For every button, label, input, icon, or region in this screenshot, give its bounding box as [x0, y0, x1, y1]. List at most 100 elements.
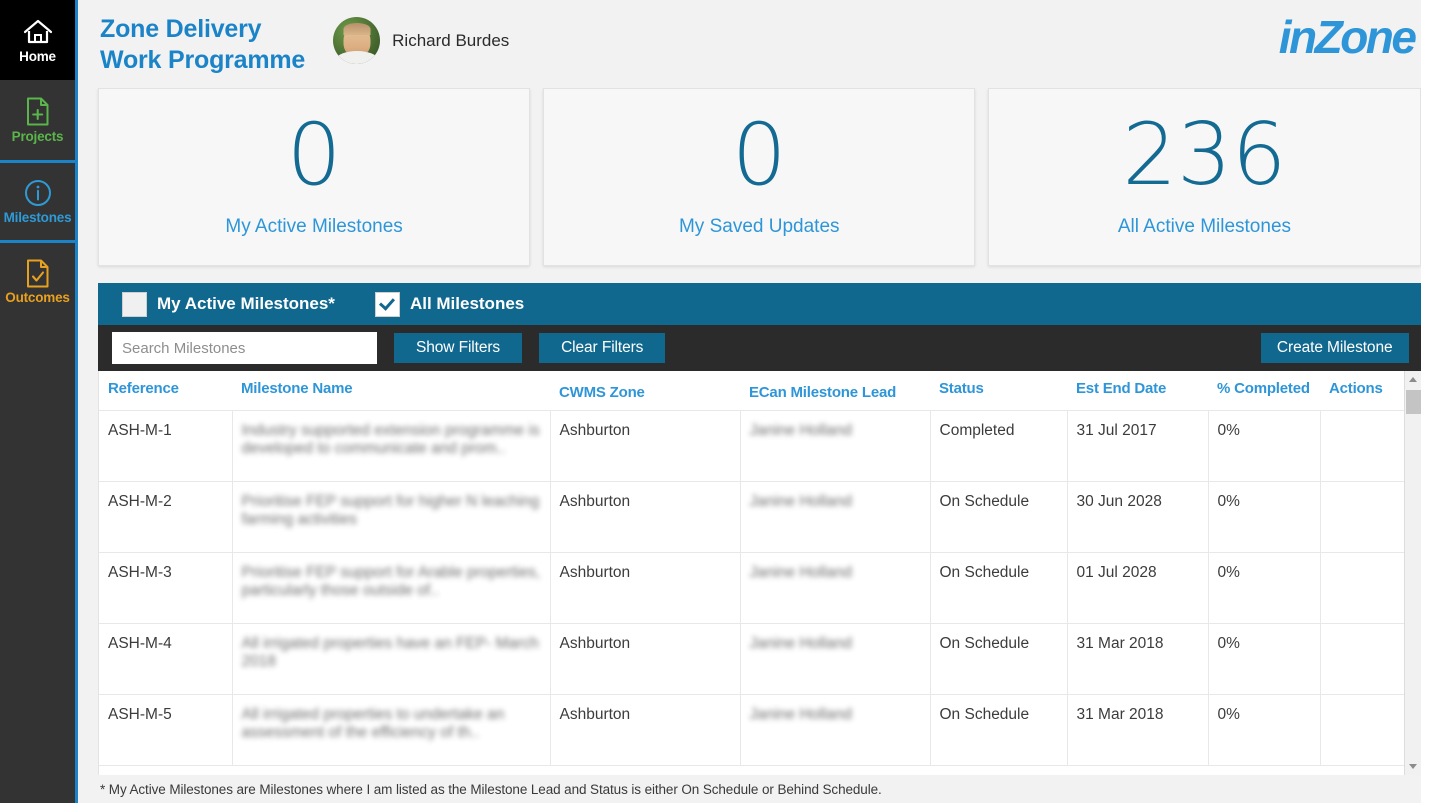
table-header-row: Reference Milestone Name CWMS Zone ECan …: [99, 371, 1420, 411]
milestones-table-container: Reference Milestone Name CWMS Zone ECan …: [98, 371, 1421, 775]
avatar-hair: [343, 23, 371, 36]
table-row[interactable]: ASH-M-1 Industry supported extension pro…: [99, 410, 1421, 482]
stat-cards: 0 My Active Milestones 0 My Saved Update…: [78, 88, 1431, 266]
column-header-cwms-zone[interactable]: CWMS Zone: [550, 371, 740, 411]
check-icon: [379, 293, 396, 311]
page-title-line2: Work Programme: [100, 45, 306, 74]
filter-checkbox-row: My Active Milestones* All Milestones: [98, 283, 1421, 325]
sidebar-item-home[interactable]: Home: [0, 0, 75, 80]
cell-est-end-date: 31 Mar 2018: [1067, 694, 1209, 766]
cell-cwms-zone: Ashburton: [550, 552, 741, 624]
cell-est-end-date: 31 Jul 2017: [1067, 410, 1209, 482]
sidebar-item-label-home: Home: [19, 48, 56, 64]
cell-status: On Schedule: [930, 481, 1068, 553]
user-profile[interactable]: Richard Burdes: [333, 17, 509, 64]
table-body: ASH-M-1 Industry supported extension pro…: [99, 410, 1421, 766]
table-row[interactable]: ASH-M-4 All irrigated properties have an…: [99, 623, 1421, 695]
checkbox-label-my-active-milestones: My Active Milestones*: [157, 294, 335, 313]
cell-pct-completed: 0%: [1208, 552, 1321, 624]
avatar: [333, 17, 381, 64]
logo-text: inZone: [1278, 11, 1417, 63]
stat-value: 0: [731, 105, 787, 206]
sidebar-item-projects[interactable]: Projects: [0, 80, 75, 160]
cell-cwms-zone: Ashburton: [550, 623, 741, 695]
cell-status: On Schedule: [930, 552, 1068, 624]
sidebar-item-label-projects: Projects: [11, 128, 64, 144]
cell-ecan-milestone-lead: Janine Holland: [740, 694, 931, 766]
application-window: Home Projects Milestones Outcomes Zone D…: [0, 0, 1431, 803]
inzone-logo: inZone: [1278, 11, 1417, 63]
cell-milestone-name: Prioritise FEP support for higher N leac…: [232, 481, 551, 553]
cell-reference: ASH-M-5: [99, 694, 233, 766]
column-header-milestone-name[interactable]: Milestone Name: [232, 371, 550, 411]
search-input[interactable]: [112, 332, 377, 364]
cell-cwms-zone: Ashburton: [550, 694, 741, 766]
home-icon: [23, 17, 53, 47]
cell-milestone-name: Prioritise FEP support for Arable proper…: [232, 552, 551, 624]
column-header-est-end-date[interactable]: Est End Date: [1067, 371, 1208, 411]
cell-ecan-milestone-lead: Janine Holland: [740, 481, 931, 553]
cell-cwms-zone: Ashburton: [550, 481, 741, 553]
sidebar-item-outcomes[interactable]: Outcomes: [0, 240, 75, 320]
clear-filters-button[interactable]: Clear Filters: [539, 333, 666, 363]
create-milestone-button[interactable]: Create Milestone: [1260, 333, 1409, 363]
cell-ecan-milestone-lead: Janine Holland: [740, 623, 931, 695]
cell-est-end-date: 30 Jun 2028: [1067, 481, 1209, 553]
cell-pct-completed: 0%: [1208, 694, 1321, 766]
scrollbar-thumb[interactable]: [1405, 390, 1421, 414]
cell-milestone-name: Industry supported extension programme i…: [232, 410, 551, 482]
table-vertical-scrollbar[interactable]: [1403, 371, 1421, 775]
footnote: * My Active Milestones are Milestones wh…: [78, 775, 1431, 803]
stat-value: 236: [1122, 105, 1287, 206]
table-row[interactable]: ASH-M-3 Prioritise FEP support for Arabl…: [99, 552, 1421, 624]
stat-value: 0: [286, 105, 342, 206]
cell-milestone-name: All irrigated properties have an FEP- Ma…: [232, 623, 551, 695]
checkbox-my-active-milestones[interactable]: [122, 291, 147, 317]
show-filters-button[interactable]: Show Filters: [394, 333, 523, 363]
stat-label: All Active Milestones: [1117, 215, 1292, 237]
milestones-table: Reference Milestone Name CWMS Zone ECan …: [99, 371, 1421, 766]
avatar-shirt: [336, 51, 377, 64]
user-name: Richard Burdes: [392, 30, 510, 50]
filter-action-row: Show Filters Clear Filters Create Milest…: [98, 325, 1421, 371]
stat-card-all-active-milestones[interactable]: 236 All Active Milestones: [988, 88, 1421, 266]
filter-bar: My Active Milestones* All Milestones Sho…: [98, 283, 1421, 371]
column-header-pct-completed[interactable]: % Completed: [1208, 371, 1320, 411]
cell-est-end-date: 01 Jul 2028: [1067, 552, 1209, 624]
cell-pct-completed: 0%: [1208, 410, 1321, 482]
cell-cwms-zone: Ashburton: [550, 410, 741, 482]
stat-card-my-active-milestones[interactable]: 0 My Active Milestones: [98, 88, 531, 266]
column-header-reference[interactable]: Reference: [99, 371, 232, 411]
table-row[interactable]: ASH-M-5 All irrigated properties to unde…: [99, 694, 1421, 766]
column-header-ecan-milestone-lead[interactable]: ECan Milestone Lead: [740, 371, 930, 411]
cell-est-end-date: 31 Mar 2018: [1067, 623, 1209, 695]
scroll-up-arrow-icon[interactable]: [1405, 371, 1421, 388]
cell-pct-completed: 0%: [1208, 481, 1321, 553]
right-gutter: [1421, 0, 1431, 803]
cell-reference: ASH-M-1: [99, 410, 233, 482]
checkbox-all-milestones[interactable]: [374, 291, 400, 317]
table-row[interactable]: ASH-M-2 Prioritise FEP support for highe…: [99, 481, 1421, 553]
stat-label: My Saved Updates: [678, 215, 840, 237]
cell-status: On Schedule: [930, 623, 1068, 695]
cell-ecan-milestone-lead: Janine Holland: [740, 552, 931, 624]
cell-pct-completed: 0%: [1208, 623, 1321, 695]
stat-card-my-saved-updates[interactable]: 0 My Saved Updates: [543, 88, 976, 266]
cell-reference: ASH-M-4: [99, 623, 233, 695]
page-title-line1: Zone Delivery: [100, 15, 262, 43]
page-title: Zone Delivery Work Programme: [100, 14, 305, 75]
main-content: Zone Delivery Work Programme Richard Bur…: [78, 0, 1431, 803]
checkbox-label-all-milestones: All Milestones: [409, 294, 525, 313]
sidebar-item-label-milestones: Milestones: [3, 210, 72, 226]
cell-milestone-name: All irrigated properties to undertake an…: [232, 694, 551, 766]
stat-label: My Active Milestones: [225, 215, 403, 237]
file-check-icon: [26, 258, 50, 288]
table-header: Reference Milestone Name CWMS Zone ECan …: [99, 371, 1420, 411]
sidebar-item-label-outcomes: Outcomes: [5, 290, 70, 306]
scroll-down-arrow-icon[interactable]: [1405, 758, 1421, 775]
column-header-status[interactable]: Status: [930, 371, 1067, 411]
page-header: Zone Delivery Work Programme Richard Bur…: [78, 0, 1431, 88]
cell-ecan-milestone-lead: Janine Holland: [740, 410, 931, 482]
info-icon: [24, 178, 52, 208]
sidebar-item-milestones[interactable]: Milestones: [0, 160, 75, 240]
